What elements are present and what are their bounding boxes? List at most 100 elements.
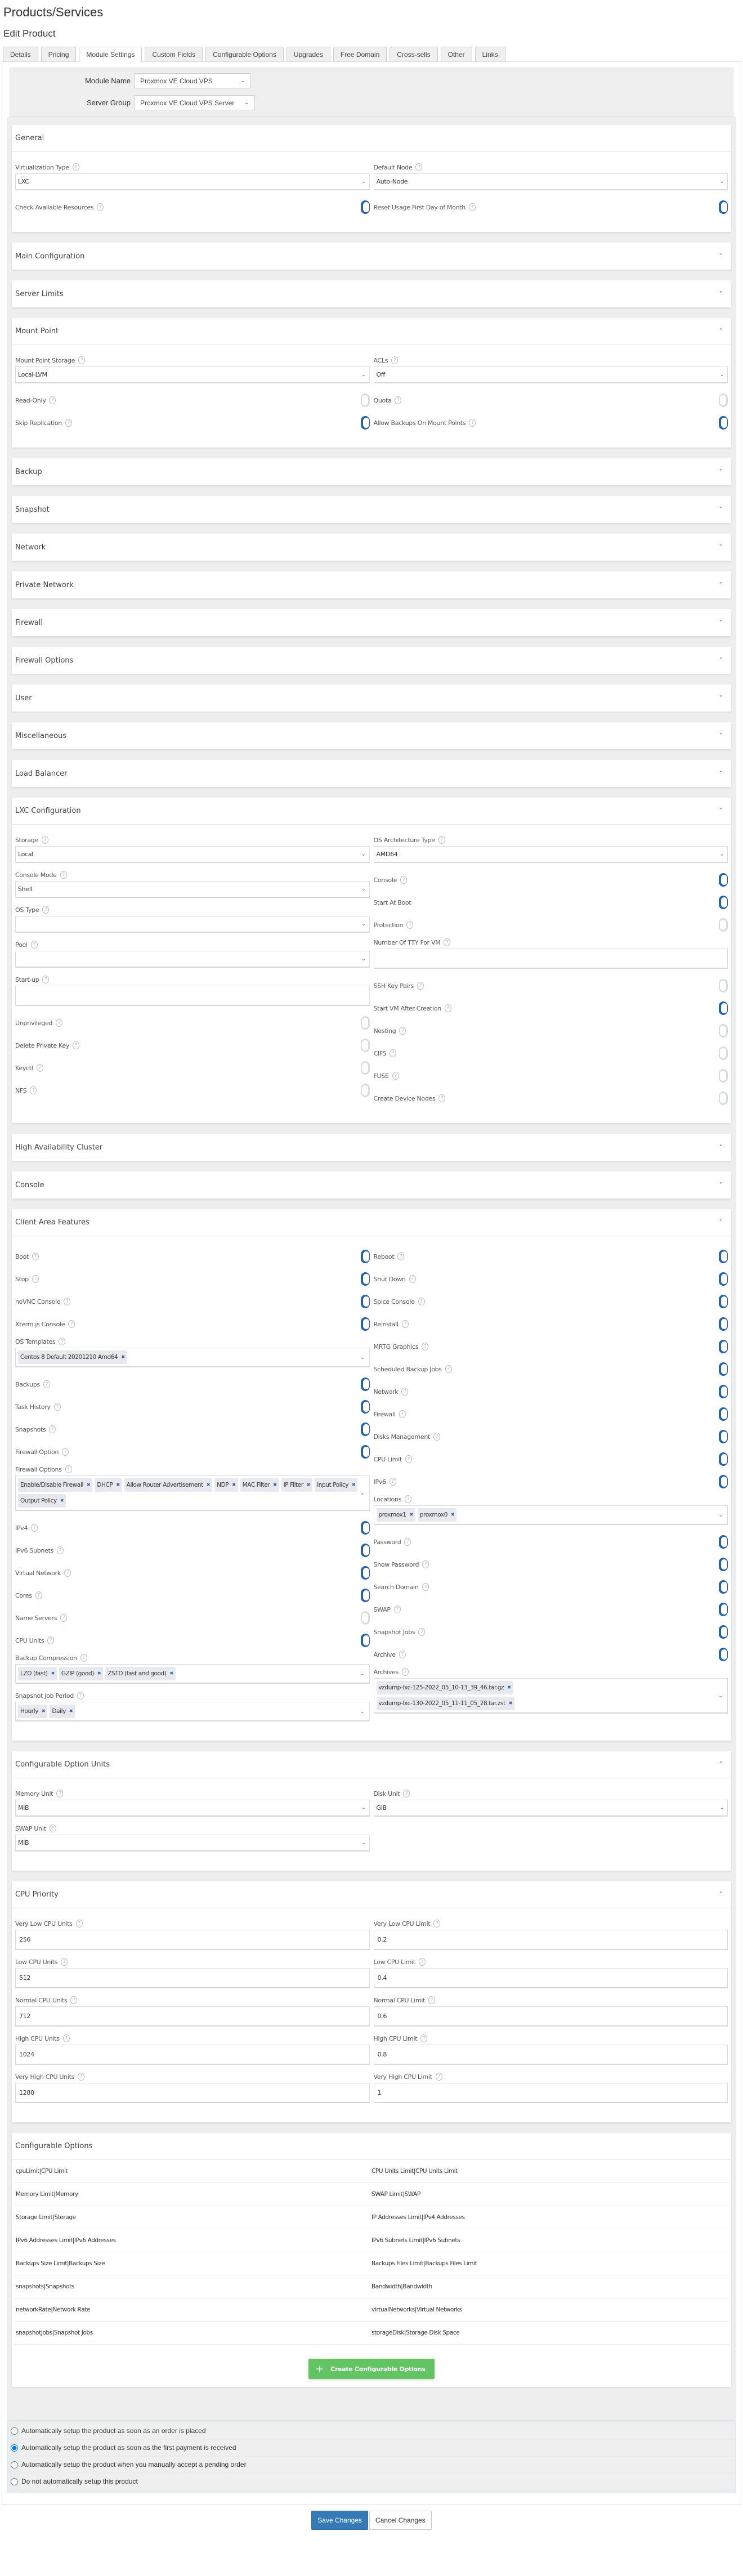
firewall-option-toggle[interactable] xyxy=(360,1445,370,1459)
setup-option[interactable]: Automatically setup the product as soon … xyxy=(8,2423,735,2439)
normal-cpu-units-input[interactable]: 712 xyxy=(15,2006,370,2027)
help-icon[interactable]: ? xyxy=(422,1343,429,1350)
console-toggle[interactable] xyxy=(719,873,728,887)
keyctl-toggle[interactable] xyxy=(360,1061,370,1075)
panel-header-lxc-configuration[interactable]: LXC Configuration ˄ xyxy=(12,798,731,825)
create-configurable-options-button[interactable]: + Create Configurable Options xyxy=(308,2359,435,2379)
snapshot-job-period-multiselect[interactable]: Hourly ✖ Daily ✖ ⌄ xyxy=(15,1702,370,1721)
remove-tag-icon[interactable]: ✖ xyxy=(116,1478,120,1492)
help-icon[interactable]: ? xyxy=(469,419,476,427)
help-icon[interactable]: ? xyxy=(68,1320,75,1328)
help-icon[interactable]: ? xyxy=(97,203,104,211)
help-icon[interactable]: ? xyxy=(62,2034,70,2042)
help-icon[interactable]: ? xyxy=(41,836,48,844)
nesting-toggle[interactable] xyxy=(719,1024,728,1037)
backups-toggle[interactable] xyxy=(360,1378,370,1391)
help-icon[interactable]: ? xyxy=(78,2073,85,2081)
configurable-option-item[interactable]: Backups Size Limit|Backups Size xyxy=(16,2260,372,2267)
help-icon[interactable]: ? xyxy=(56,1790,64,1797)
help-icon[interactable]: ? xyxy=(390,1049,397,1057)
help-icon[interactable]: ? xyxy=(422,1560,429,1568)
configurable-option-item[interactable]: snapshots|Snapshots xyxy=(16,2283,372,2290)
help-icon[interactable]: ? xyxy=(409,1275,416,1283)
storage-select[interactable]: Local ⌄ xyxy=(15,846,370,863)
help-icon[interactable]: ? xyxy=(406,921,414,929)
cores-toggle[interactable] xyxy=(360,1589,370,1602)
panel-header-configurable-option-units[interactable]: Configurable Option Units ˄ xyxy=(12,1751,731,1778)
number-of-tty-for-vm-input[interactable] xyxy=(373,949,728,969)
unprivileged-toggle[interactable] xyxy=(360,1016,370,1030)
ipv4-toggle[interactable] xyxy=(360,1521,370,1535)
os-architecture-type-select[interactable]: AMD64 ⌄ xyxy=(373,846,728,863)
help-icon[interactable]: ? xyxy=(402,1668,409,1676)
stop-toggle[interactable] xyxy=(360,1272,370,1286)
setup-radio[interactable] xyxy=(11,2461,18,2468)
help-icon[interactable]: ? xyxy=(60,871,67,879)
disk-unit-select[interactable]: GiB ⌄ xyxy=(373,1800,728,1817)
help-icon[interactable]: ? xyxy=(43,1380,50,1388)
configurable-option-item[interactable]: IPv6 Addresses Limit|IPv6 Addresses xyxy=(16,2237,372,2244)
help-icon[interactable]: ? xyxy=(428,1996,436,2004)
chevron-up-icon[interactable]: ˄ xyxy=(719,328,722,334)
protection-toggle[interactable] xyxy=(719,918,728,932)
start-vm-after-creation-toggle[interactable] xyxy=(719,1001,728,1015)
cifs-toggle[interactable] xyxy=(719,1046,728,1060)
create-device-nodes-toggle[interactable] xyxy=(719,1092,728,1105)
setup-radio[interactable] xyxy=(11,2477,18,2485)
acls-select[interactable]: Off ⌄ xyxy=(373,366,728,383)
tab-module-settings[interactable]: Module Settings xyxy=(79,47,142,62)
help-icon[interactable]: ? xyxy=(399,1651,406,1658)
scheduled-backup-jobs-toggle[interactable] xyxy=(719,1362,728,1376)
backup-compression-multiselect[interactable]: LZO (fast) ✖ GZIP (good) ✖ ZSTD (fast and go… xyxy=(15,1664,370,1684)
remove-tag-icon[interactable]: ✖ xyxy=(273,1478,277,1492)
help-icon[interactable]: ? xyxy=(73,1041,80,1049)
server-group-select[interactable]: Proxmox VE Cloud VPS Server ⌄ xyxy=(134,95,255,110)
help-icon[interactable]: ? xyxy=(30,1086,37,1094)
remove-tag-icon[interactable]: ✖ xyxy=(207,1478,211,1492)
remove-tag-icon[interactable]: ✖ xyxy=(352,1478,356,1492)
very-low-cpu-units-input[interactable]: 256 xyxy=(15,1930,370,1950)
configurable-option-item[interactable]: networkRate|Network Rate xyxy=(16,2306,372,2313)
os-type-select[interactable]: ⌄ xyxy=(15,916,370,933)
remove-tag-icon[interactable]: ✖ xyxy=(97,1667,101,1680)
snapshots-toggle[interactable] xyxy=(360,1423,370,1436)
configurable-option-item[interactable]: CPU Units Limit|CPU Units Limit xyxy=(372,2168,727,2175)
help-icon[interactable]: ? xyxy=(56,1019,63,1027)
show-password-toggle[interactable] xyxy=(719,1558,728,1571)
panel-header-server-limits[interactable]: Server Limits ˅ xyxy=(12,280,731,307)
help-icon[interactable]: ? xyxy=(35,1591,42,1599)
network-toggle[interactable] xyxy=(719,1385,728,1398)
tab-custom-fields[interactable]: Custom Fields xyxy=(145,47,203,61)
panel-header-firewall-options[interactable]: Firewall Options ˅ xyxy=(12,647,731,674)
configurable-option-item[interactable]: Memory Limit|Memory xyxy=(16,2191,372,2198)
remove-tag-icon[interactable]: ✖ xyxy=(87,1478,91,1492)
panel-header-cpu-priority[interactable]: CPU Priority ˄ xyxy=(12,1881,731,1908)
remove-tag-icon[interactable]: ✖ xyxy=(507,1681,511,1694)
tab-pricing[interactable]: Pricing xyxy=(41,47,77,61)
configurable-option-item[interactable]: Bandwidth|Bandwidth xyxy=(372,2283,727,2290)
mrtg-graphics-toggle[interactable] xyxy=(719,1340,728,1353)
help-icon[interactable]: ? xyxy=(30,941,38,949)
start-at-boot-toggle[interactable] xyxy=(719,896,728,909)
cpu-limit-toggle[interactable] xyxy=(719,1452,728,1466)
help-icon[interactable]: ? xyxy=(397,1253,405,1260)
help-icon[interactable]: ? xyxy=(64,1569,71,1577)
cancel-changes-button[interactable]: Cancel Changes xyxy=(369,2511,432,2530)
help-icon[interactable]: ? xyxy=(438,836,445,844)
chevron-down-icon[interactable]: ˅ xyxy=(719,582,722,588)
console-mode-select[interactable]: Shell ⌄ xyxy=(15,881,370,898)
very-high-cpu-limit-input[interactable]: 1 xyxy=(373,2083,728,2103)
high-cpu-units-input[interactable]: 1024 xyxy=(15,2045,370,2065)
help-icon[interactable]: ? xyxy=(32,1253,39,1260)
help-icon[interactable]: ? xyxy=(468,203,476,211)
allow-backups-on-mount-points-toggle[interactable] xyxy=(719,416,728,430)
help-icon[interactable]: ? xyxy=(391,356,399,364)
firewall-toggle[interactable] xyxy=(719,1407,728,1421)
swap-unit-select[interactable]: MiB ⌄ xyxy=(15,1835,370,1852)
chevron-down-icon[interactable]: ˅ xyxy=(719,253,722,260)
remove-tag-icon[interactable]: ✖ xyxy=(451,1508,455,1522)
quota-toggle[interactable] xyxy=(719,393,728,407)
chevron-down-icon[interactable]: ˅ xyxy=(719,733,722,739)
help-icon[interactable]: ? xyxy=(418,1628,426,1636)
skip-replication-toggle[interactable] xyxy=(360,416,370,430)
